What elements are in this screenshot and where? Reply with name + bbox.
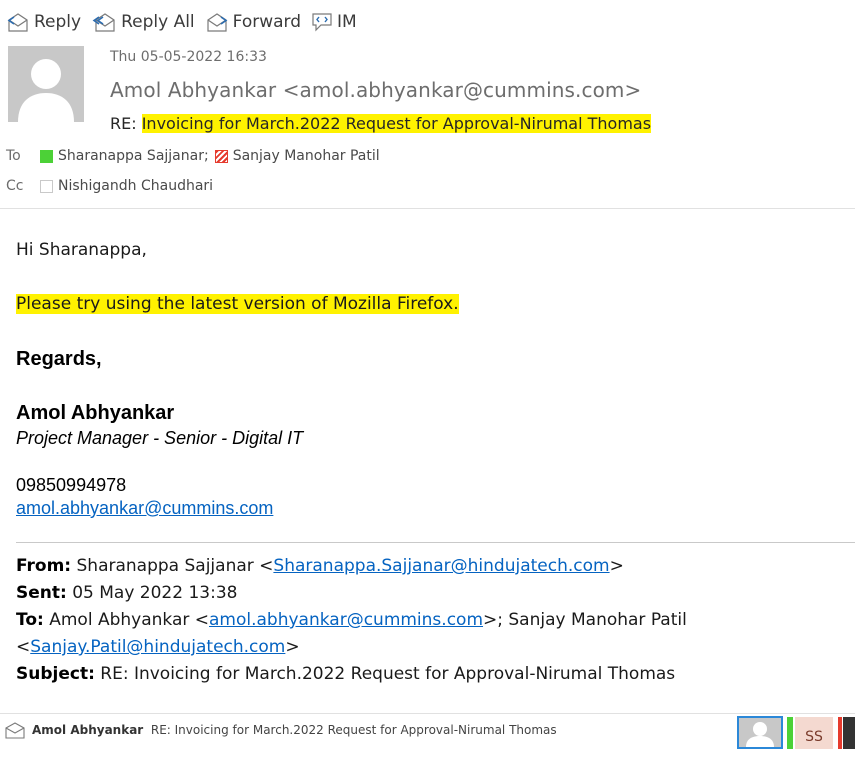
reply-all-icon xyxy=(92,13,115,32)
quoted-to: To: Amol Abhyankar <amol.abhyankar@cummi… xyxy=(16,607,846,634)
quoted-sent-value: 05 May 2022 13:38 xyxy=(66,583,238,603)
reply-icon xyxy=(7,13,28,32)
presence-busy-indicator xyxy=(838,717,842,749)
quoted-to-open2: < xyxy=(16,637,31,657)
sender-name[interactable]: Amol Abhyankar <amol.abhyankar@cummins.c… xyxy=(110,78,641,102)
greeting: Hi Sharanappa, xyxy=(16,240,147,260)
quoted-header: From: Sharanappa Sajjanar <Sharanappa.Sa… xyxy=(16,553,846,688)
people-bar: Amol Abhyankar RE: Invoicing for March.2… xyxy=(0,713,855,749)
quoted-sent-label: Sent: xyxy=(16,583,67,603)
quoted-to-mid: >; Sanjay Manohar Patil xyxy=(483,610,687,630)
recipient-name: Nishigandh Chaudhari xyxy=(58,178,214,194)
quoted-to-email2-link[interactable]: Sanjay.Patil@hindujatech.com xyxy=(30,637,285,657)
people-bar-sender: Amol Abhyankar xyxy=(32,723,144,737)
quoted-from-label: From: xyxy=(16,556,72,576)
person-placeholder-icon xyxy=(18,59,74,122)
people-avatar-initials[interactable]: SS xyxy=(795,717,833,749)
subject-text: Invoicing for March.2022 Request for App… xyxy=(141,114,652,133)
quoted-to-cont: <Sanjay.Patil@hindujatech.com> xyxy=(16,634,846,661)
signature-email-link[interactable]: amol.abhyankar@cummins.com xyxy=(16,498,273,519)
recipient-sharanappa[interactable]: Sharanappa Sajjanar; xyxy=(40,148,209,164)
recipient-sanjay[interactable]: Sanjay Manohar Patil xyxy=(214,148,380,164)
presence-busy-icon xyxy=(214,149,228,163)
message-text: Please try using the latest version of M… xyxy=(16,294,459,314)
chat-icon xyxy=(312,13,332,32)
mail-read-icon xyxy=(5,722,25,739)
forward-label: Forward xyxy=(232,12,302,32)
quoted-subject-label: Subject: xyxy=(16,664,95,684)
subject-line: RE: Invoicing for March.2022 Request for… xyxy=(110,114,652,133)
presence-available-icon xyxy=(40,149,53,163)
forward-icon xyxy=(207,13,228,32)
recipient-name: Sharanappa Sajjanar; xyxy=(58,148,209,164)
to-label: To xyxy=(6,148,21,164)
sender-avatar[interactable] xyxy=(8,46,84,122)
quoted-to-label: To: xyxy=(16,610,44,630)
signature-name: Amol Abhyankar xyxy=(16,402,175,424)
quoted-subject: Subject: RE: Invoicing for March.2022 Re… xyxy=(16,661,846,688)
message-text-highlight: Please try using the latest version of M… xyxy=(16,294,459,314)
quoted-sent: Sent: 05 May 2022 13:38 xyxy=(16,580,846,607)
forward-button[interactable]: Forward xyxy=(205,8,301,36)
people-avatar-partial[interactable] xyxy=(843,717,855,749)
message-toolbar: Reply Reply All Forward IM xyxy=(6,8,367,36)
im-label: IM xyxy=(337,12,357,32)
quoted-from-name: Sharanappa Sajjanar < xyxy=(71,556,274,576)
cc-label: Cc xyxy=(6,178,24,194)
quoted-to-email1-link[interactable]: amol.abhyankar@cummins.com xyxy=(209,610,483,630)
reply-label: Reply xyxy=(34,12,82,32)
header-divider xyxy=(0,208,855,209)
person-placeholder-icon xyxy=(746,722,774,747)
to-row: To Sharanappa Sajjanar; Sanjay Manohar P… xyxy=(6,148,386,164)
subject-prefix: RE: xyxy=(110,114,142,133)
reply-button[interactable]: Reply xyxy=(6,8,81,36)
quoted-subject-value: RE: Invoicing for March.2022 Request for… xyxy=(94,664,676,684)
recipient-nishigandh[interactable]: Nishigandh Chaudhari xyxy=(40,178,213,194)
quoted-from-close: > xyxy=(609,556,624,576)
people-bar-subject: RE: Invoicing for March.2022 Request for… xyxy=(150,723,557,737)
people-avatar-sender[interactable] xyxy=(737,716,783,749)
quote-separator xyxy=(16,542,855,543)
quoted-from-email-link[interactable]: Sharanappa.Sajjanar@hindujatech.com xyxy=(273,556,609,576)
people-bar-text[interactable]: Amol Abhyankar RE: Invoicing for March.2… xyxy=(32,723,557,737)
quoted-to-name1: Amol Abhyankar < xyxy=(43,610,209,630)
quoted-to-close2: > xyxy=(285,637,300,657)
reply-all-button[interactable]: Reply All xyxy=(91,8,195,36)
recipient-name: Sanjay Manohar Patil xyxy=(232,148,380,164)
im-button[interactable]: IM xyxy=(311,8,357,36)
quoted-from: From: Sharanappa Sajjanar <Sharanappa.Sa… xyxy=(16,553,846,580)
sent-date: Thu 05-05-2022 16:33 xyxy=(110,49,267,65)
reply-all-label: Reply All xyxy=(121,12,195,32)
signature-phone: 09850994978 xyxy=(16,475,127,495)
signature-title: Project Manager - Senior - Digital IT xyxy=(16,428,304,448)
cc-row: Cc Nishigandh Chaudhari xyxy=(6,178,219,194)
presence-available-indicator xyxy=(787,717,793,749)
regards: Regards, xyxy=(16,348,102,370)
presence-unknown-icon xyxy=(40,179,53,193)
